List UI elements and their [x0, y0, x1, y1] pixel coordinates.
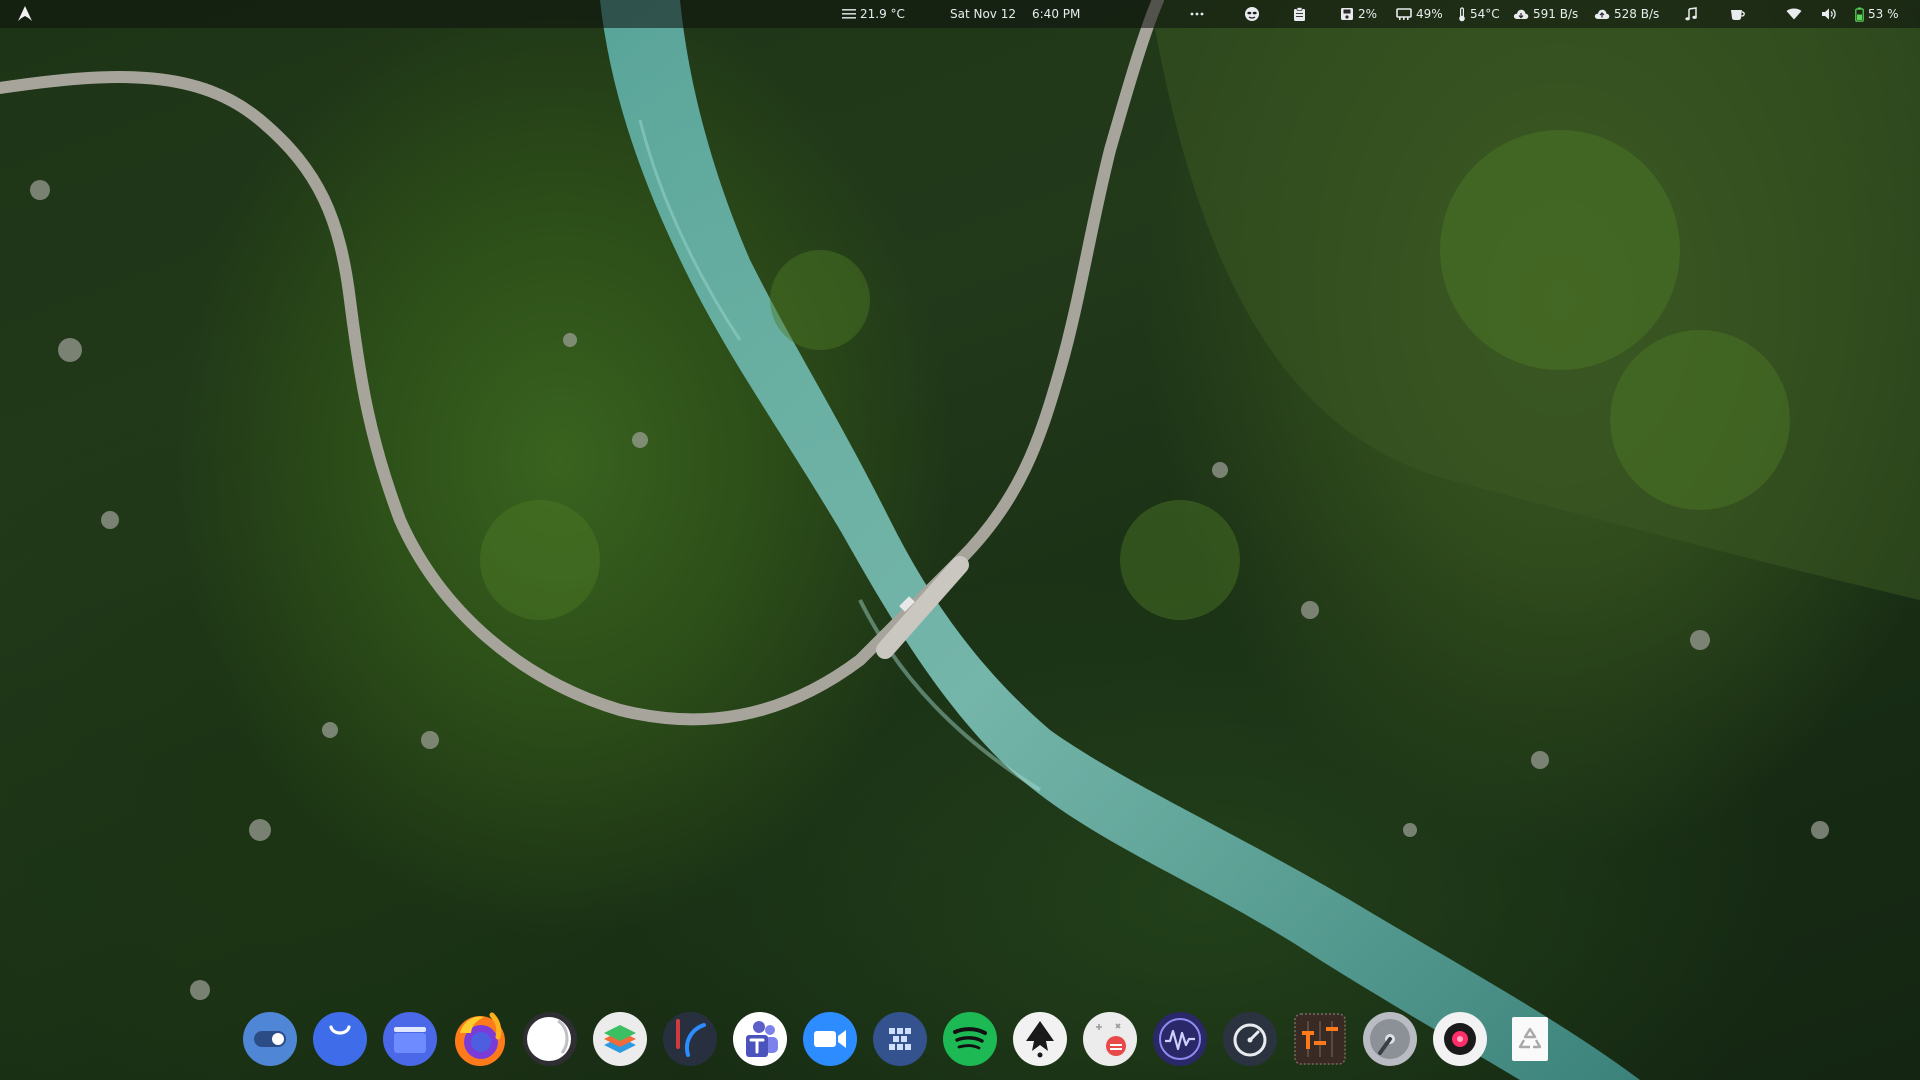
top-bar: 21.9 °C Sat Nov 12 6:40 PM 2% 49% 54°C 5… — [0, 0, 1920, 28]
zoom-launcher[interactable] — [801, 1010, 859, 1068]
memory-usage-indicator[interactable]: 49% — [1396, 0, 1443, 28]
music-indicator[interactable] — [1685, 0, 1697, 28]
firefox-icon — [455, 1012, 505, 1066]
mixer-app-launcher[interactable] — [1291, 1010, 1349, 1068]
blue-smile-app-launcher[interactable] — [311, 1010, 369, 1068]
trash-icon — [1512, 1017, 1548, 1061]
waveform-app-launcher[interactable] — [1151, 1010, 1209, 1068]
layers-app-launcher[interactable] — [591, 1010, 649, 1068]
disk-utility-launcher[interactable] — [1361, 1010, 1419, 1068]
network-download-indicator[interactable]: 591 B/s — [1513, 0, 1578, 28]
files-app-icon — [383, 1012, 437, 1066]
music-note-icon — [1685, 7, 1697, 21]
record-app-icon — [1433, 1012, 1487, 1066]
white-circle-app-launcher[interactable] — [521, 1010, 579, 1068]
inkscape-icon — [1013, 1012, 1067, 1066]
weather-temperature: 21.9 °C — [860, 7, 905, 21]
mixer-app-icon — [1294, 1013, 1346, 1065]
toggle-app-icon — [243, 1012, 297, 1066]
memory-icon — [1396, 8, 1412, 20]
badge-notes-app-launcher[interactable] — [1081, 1010, 1139, 1068]
wifi-indicator[interactable] — [1786, 0, 1802, 28]
caffeine-toggle[interactable] — [1730, 0, 1746, 28]
ellipsis-icon — [1190, 12, 1204, 16]
cloud-down-icon — [1513, 9, 1529, 19]
clock-date: Sat Nov 12 — [950, 7, 1016, 21]
badge-notes-app-icon — [1083, 1012, 1137, 1066]
inkscape-launcher[interactable] — [1011, 1010, 1069, 1068]
blue-smile-app-icon — [313, 1012, 367, 1066]
overflow-menu-button[interactable] — [1190, 0, 1204, 28]
weather-indicator[interactable]: 21.9 °C — [842, 0, 905, 28]
network-upload-indicator[interactable]: 528 B/s — [1594, 0, 1659, 28]
desktop: 21.9 °C Sat Nov 12 6:40 PM 2% 49% 54°C 5… — [0, 0, 1920, 1080]
mask-icon — [1245, 7, 1259, 21]
activities-button[interactable] — [16, 0, 34, 28]
trash-launcher[interactable] — [1501, 1010, 1559, 1068]
coffee-cup-icon — [1731, 10, 1745, 20]
white-circle-app-icon — [523, 1012, 577, 1066]
cloud-up-icon — [1594, 9, 1610, 19]
firefox-launcher[interactable] — [451, 1010, 509, 1068]
battery-indicator[interactable]: 53 % — [1855, 0, 1899, 28]
arch-logo-icon — [18, 6, 32, 21]
volume-indicator[interactable] — [1821, 0, 1837, 28]
upload-speed-value: 528 B/s — [1614, 7, 1660, 21]
record-app-launcher[interactable] — [1431, 1010, 1489, 1068]
tray-mask[interactable] — [1244, 0, 1260, 28]
disk-icon — [1341, 8, 1353, 20]
download-speed-value: 591 B/s — [1533, 7, 1579, 21]
battery-icon — [1855, 7, 1864, 22]
disk-utility-icon — [1363, 1012, 1417, 1066]
memory-usage-value: 49% — [1416, 7, 1443, 21]
dark-swoosh-app-launcher[interactable] — [661, 1010, 719, 1068]
speedometer-app-launcher[interactable] — [1221, 1010, 1279, 1068]
dock — [241, 1008, 1559, 1070]
speedometer-app-icon — [1223, 1012, 1277, 1066]
temperature-indicator[interactable]: 54°C — [1458, 0, 1500, 28]
tray-clipboard[interactable] — [1293, 0, 1306, 28]
spotify-launcher[interactable] — [941, 1010, 999, 1068]
toggle-app-launcher[interactable] — [241, 1010, 299, 1068]
qr-grid-app-icon — [873, 1012, 927, 1066]
layers-app-icon — [593, 1012, 647, 1066]
zoom-icon — [803, 1012, 857, 1066]
dark-swoosh-app-icon — [663, 1012, 717, 1066]
volume-icon — [1822, 8, 1836, 20]
teams-icon — [733, 1012, 787, 1066]
thermometer-icon — [1459, 6, 1465, 21]
disk-usage-value: 2% — [1358, 7, 1378, 21]
spotify-icon — [943, 1012, 997, 1066]
wifi-icon — [1786, 8, 1802, 20]
temperature-value: 54°C — [1470, 7, 1500, 21]
waveform-app-icon — [1153, 1012, 1207, 1066]
qr-grid-app-launcher[interactable] — [871, 1010, 929, 1068]
files-app-launcher[interactable] — [381, 1010, 439, 1068]
disk-usage-indicator[interactable]: 2% — [1340, 0, 1377, 28]
fog-icon — [842, 9, 856, 19]
wallpaper — [0, 0, 1920, 1080]
battery-percentage: 53 % — [1868, 7, 1899, 21]
teams-launcher[interactable] — [731, 1010, 789, 1068]
clipboard-icon — [1294, 6, 1305, 21]
clock[interactable]: Sat Nov 12 6:40 PM — [950, 0, 1080, 28]
clock-time: 6:40 PM — [1032, 7, 1081, 21]
